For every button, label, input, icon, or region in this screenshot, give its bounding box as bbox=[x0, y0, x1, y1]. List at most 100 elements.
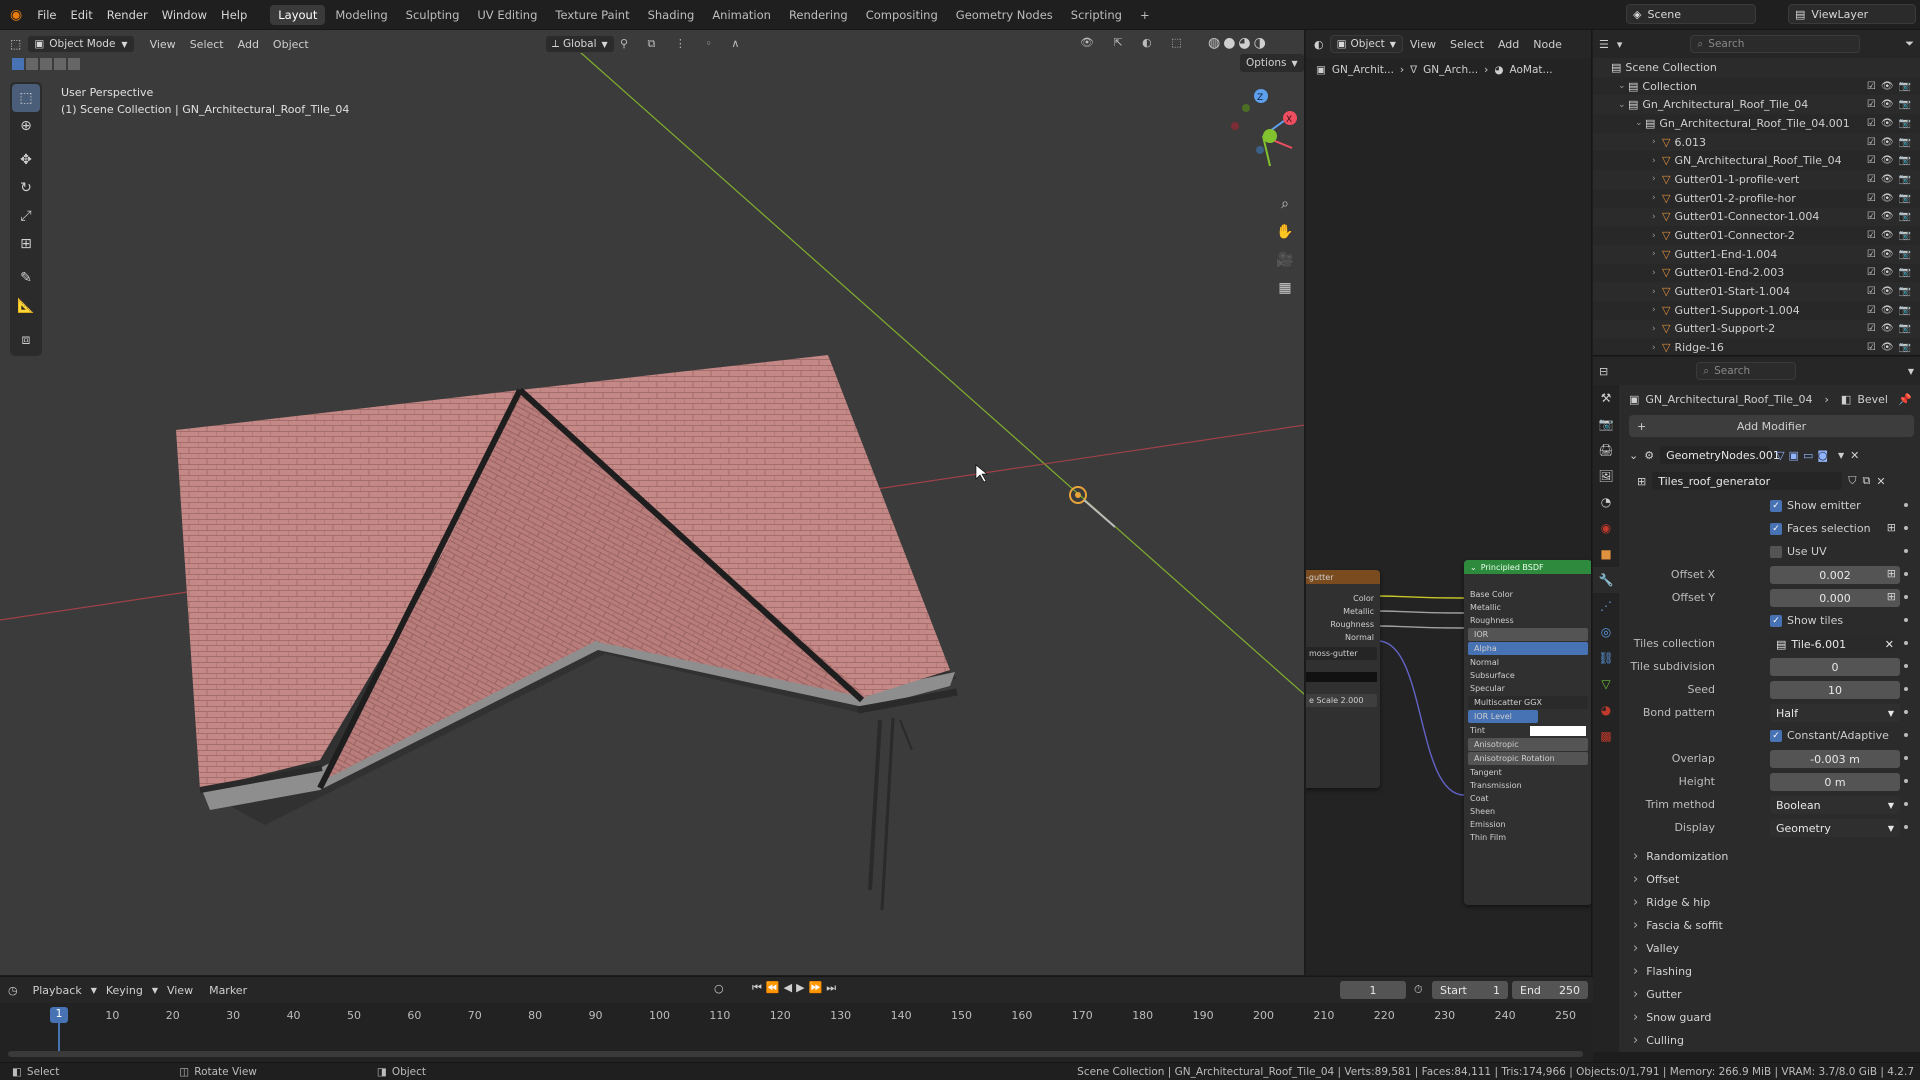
tool-tab-icon[interactable]: ⚒ bbox=[1593, 385, 1619, 411]
keyframe-dot[interactable] bbox=[1904, 710, 1908, 714]
visibility-toggle-icons[interactable]: ☑👁📷 bbox=[1867, 81, 1920, 92]
input-tint[interactable]: Tint bbox=[1464, 724, 1591, 737]
expand-chevron-icon[interactable]: › bbox=[1652, 343, 1662, 353]
camera-icon[interactable]: 🎥 bbox=[1272, 246, 1298, 274]
expand-chevron-icon[interactable]: › bbox=[1652, 231, 1662, 241]
end-frame-field[interactable]: End 250 bbox=[1512, 981, 1588, 999]
expand-chevron-icon[interactable]: › bbox=[1652, 137, 1662, 147]
object-tab-icon[interactable]: ■ bbox=[1593, 541, 1619, 567]
start-frame-field[interactable]: Start 1 bbox=[1432, 981, 1508, 999]
texture-tab-icon[interactable]: ▩ bbox=[1593, 723, 1619, 749]
visibility-toggle-icons[interactable]: ☑👁📷 bbox=[1867, 342, 1920, 353]
overlap-field[interactable]: -0.003 m bbox=[1770, 750, 1900, 768]
expand-chevron-icon[interactable]: › bbox=[1652, 212, 1662, 222]
attribute-toggle-icon[interactable]: ⊞ bbox=[1887, 521, 1896, 534]
view-layer-selector[interactable]: ▤ ViewLayer bbox=[1788, 4, 1916, 24]
transform-orientation[interactable]: ⟂ Global ▼ bbox=[545, 35, 615, 53]
keyframe-dot[interactable] bbox=[1904, 549, 1908, 553]
outliner-item[interactable]: › ▽ Gutter01-End-2.003 ☑👁📷 bbox=[1593, 264, 1920, 283]
show-emitter-checkbox[interactable]: ✓ Show emitter bbox=[1770, 499, 1861, 512]
panel-flashing[interactable]: Flashing bbox=[1633, 960, 1692, 982]
visibility-toggle-icons[interactable]: ☑👁📷 bbox=[1867, 137, 1920, 148]
visibility-toggle-icons[interactable]: ☑👁📷 bbox=[1867, 211, 1920, 222]
modifier-tab-icon[interactable]: 🔧 bbox=[1593, 567, 1619, 593]
keyframe-dot[interactable] bbox=[1904, 733, 1908, 737]
panel-culling[interactable]: Culling bbox=[1633, 1029, 1684, 1051]
visibility-toggle-icons[interactable]: ☑👁📷 bbox=[1867, 230, 1920, 241]
visibility-toggle-icons[interactable]: ☑👁📷 bbox=[1867, 249, 1920, 260]
outliner-item[interactable]: › ▽ Ridge-16 ☑👁📷 bbox=[1593, 338, 1920, 355]
node-tree-icon[interactable]: ⊞ bbox=[1637, 475, 1646, 488]
image-texture-node[interactable]: -gutter Color Metallic Roughness Normal … bbox=[1306, 570, 1380, 788]
keyframe-dot[interactable] bbox=[1904, 618, 1908, 622]
expand-chevron-icon[interactable]: › bbox=[1652, 305, 1662, 315]
measure-tool-icon[interactable]: 📐 bbox=[12, 292, 40, 320]
playhead[interactable]: 1 bbox=[50, 1007, 68, 1023]
keyframe-dot[interactable] bbox=[1904, 572, 1908, 576]
panel-fascia-soffit[interactable]: Fascia & soffit bbox=[1633, 914, 1723, 936]
timeline-menu-marker[interactable]: Marker bbox=[202, 984, 254, 997]
outliner-item[interactable]: ⌄ ▤ Collection ☑👁📷 bbox=[1593, 77, 1920, 96]
constraints-tab-icon[interactable]: ⛓ bbox=[1593, 645, 1619, 671]
bond-pattern-dropdown[interactable]: Half ▼ bbox=[1770, 704, 1900, 722]
outliner-editor-icon[interactable]: ☰ bbox=[1599, 38, 1609, 51]
scale-tool-icon[interactable]: ⤢ bbox=[12, 202, 40, 230]
play-reverse-icon[interactable]: ◀ bbox=[784, 981, 796, 994]
panel-subsurface[interactable]: Subsurface bbox=[1464, 669, 1591, 682]
tab-texture-paint[interactable]: Texture Paint bbox=[547, 5, 637, 25]
add-cube-tool-icon[interactable]: ⧈ bbox=[12, 326, 40, 354]
data-tab-icon[interactable]: ▽ bbox=[1593, 671, 1619, 697]
tab-scripting[interactable]: Scripting bbox=[1063, 5, 1130, 25]
shading-mode-icons[interactable]: ◍●◕◑ bbox=[1208, 35, 1269, 51]
outliner-item[interactable]: ⌄ ▤ Gn_Architectural_Roof_Tile_04.001 ☑👁📷 bbox=[1593, 114, 1920, 133]
select-box-tool-icon[interactable]: ⬚ bbox=[12, 84, 40, 112]
panel-coat[interactable]: Coat bbox=[1464, 792, 1591, 805]
outliner-item[interactable]: › ▽ Gutter1-End-1.004 ☑👁📷 bbox=[1593, 244, 1920, 264]
keyframe-dot[interactable] bbox=[1904, 687, 1908, 691]
annotate-tool-icon[interactable]: ✎ bbox=[12, 264, 40, 292]
panel-snow-guard[interactable]: Snow guard bbox=[1633, 1006, 1711, 1028]
outliner-item[interactable]: › ▽ GN_Architectural_Roof_Tile_04 ☑👁📷 bbox=[1593, 151, 1920, 170]
transform-tool-icon[interactable]: ⊞ bbox=[12, 230, 40, 258]
add-workspace-icon[interactable]: + bbox=[1132, 5, 1158, 25]
close-icon[interactable]: ✕ bbox=[1876, 475, 1885, 488]
outliner-item[interactable]: › ▽ 6.013 ☑👁📷 bbox=[1593, 132, 1920, 152]
collapse-chevron-icon[interactable]: ⌄ bbox=[1629, 449, 1638, 462]
keyframe-dot[interactable] bbox=[1904, 664, 1908, 668]
input-ior-level[interactable]: IOR Level bbox=[1468, 710, 1538, 723]
keyframe-dot[interactable] bbox=[1904, 503, 1908, 507]
timeline-menu-playback[interactable]: Playback bbox=[26, 984, 89, 997]
input-ior[interactable]: IOR bbox=[1468, 628, 1588, 641]
select-new-icon[interactable] bbox=[12, 58, 24, 70]
physics-tab-icon[interactable]: ◎ bbox=[1593, 619, 1619, 645]
overlay-icons[interactable]: 👁 ⇱ ◐ ⬚ bbox=[1080, 36, 1190, 49]
next-keyframe-icon[interactable]: ⏩ bbox=[809, 981, 827, 994]
chevron-down-icon[interactable]: ▼ bbox=[1908, 367, 1914, 376]
properties-object-name[interactable]: GN_Architectural_Roof_Tile_04 bbox=[1645, 393, 1812, 406]
outliner-item[interactable]: ⌄ ▤ Gn_Architectural_Roof_Tile_04 ☑👁📷 bbox=[1593, 95, 1920, 115]
viewport-menu-select[interactable]: Select bbox=[183, 38, 231, 51]
keyframe-dot[interactable] bbox=[1904, 802, 1908, 806]
image-selector[interactable]: moss-gutter bbox=[1306, 647, 1377, 660]
rotate-tool-icon[interactable]: ↻ bbox=[12, 174, 40, 202]
outliner-item[interactable]: ▤ Scene Collection bbox=[1593, 58, 1920, 77]
outliner-item[interactable]: › ▽ Gutter01-Connector-2 ☑👁📷 bbox=[1593, 226, 1920, 245]
constant-adaptive-checkbox[interactable]: ✓ Constant/Adaptive bbox=[1770, 729, 1889, 742]
blender-logo-icon[interactable]: ◉ bbox=[10, 7, 22, 23]
input-anisotropic-rotation[interactable]: Anisotropic Rotation bbox=[1468, 752, 1588, 765]
viewport-menu-view[interactable]: View bbox=[143, 38, 183, 51]
filter-icon[interactable]: ⏷ bbox=[1905, 37, 1914, 51]
expand-chevron-icon[interactable]: › bbox=[1652, 268, 1662, 278]
tiles-collection-field[interactable]: ▤ Tile-6.001 ✕ bbox=[1770, 635, 1900, 653]
tile-subdivision-field[interactable]: 0 bbox=[1770, 658, 1900, 676]
world-tab-icon[interactable]: ◉ bbox=[1593, 515, 1619, 541]
keyframe-dot[interactable] bbox=[1904, 595, 1908, 599]
close-icon[interactable]: ✕ bbox=[1885, 638, 1894, 651]
expand-chevron-icon[interactable]: › bbox=[1652, 156, 1662, 166]
shader-node-editor[interactable]: ◐ ▣ Object ▼ View Select Add Node ▣ GN_A… bbox=[1306, 30, 1592, 975]
menu-file[interactable]: File bbox=[30, 8, 63, 22]
zoom-icon[interactable]: ⌕ bbox=[1272, 190, 1298, 218]
snap-pivot-icons[interactable]: ⚲ ⧉ ⋮ ◦ ∧ bbox=[620, 37, 747, 51]
expand-chevron-icon[interactable]: ⌄ bbox=[1618, 81, 1628, 91]
3d-viewport[interactable]: Z X ⬚ ▣ Object Mode ▼ View Select Add Ob… bbox=[0, 30, 1305, 975]
